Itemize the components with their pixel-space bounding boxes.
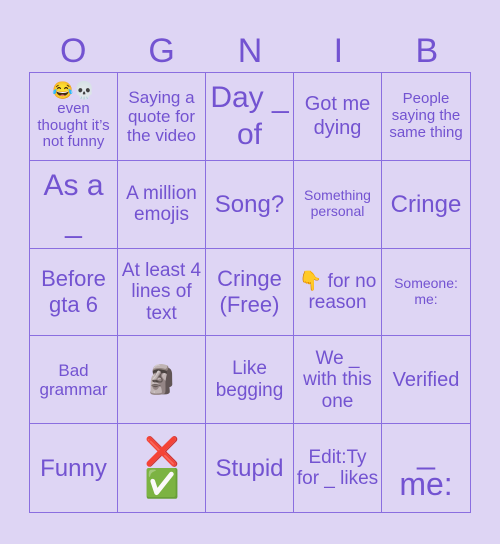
bingo-cell[interactable]: Cringe: [382, 161, 470, 249]
moai-icon: 🗿: [144, 363, 179, 395]
bingo-cell[interactable]: Bad grammar: [30, 336, 118, 425]
header-letter-o: O: [59, 32, 87, 70]
cell-text: People saying the same thing: [389, 89, 463, 141]
bingo-cell[interactable]: 👇 for no reason: [294, 248, 382, 337]
bingo-cell[interactable]: Stupid: [206, 424, 294, 512]
bingo-cell[interactable]: At least 4 lines of text: [118, 248, 206, 337]
cell-text: Before gta 6: [41, 265, 106, 317]
cell-text: Like begging: [215, 358, 284, 401]
bingo-cell[interactable]: Song?: [206, 160, 294, 249]
bingo-cell[interactable]: As a _: [30, 160, 118, 249]
cell-text: Cringe (Free): [217, 265, 282, 317]
cell-text: Got me dying: [304, 93, 371, 140]
header-letter-g: G: [148, 32, 175, 70]
bingo-cell[interactable]: People saying the same thing: [382, 73, 470, 161]
cell-text: Edit:Ty for _ likes: [296, 446, 379, 490]
bingo-cell[interactable]: Day _ of: [206, 73, 294, 161]
bingo-cell[interactable]: 🗿: [118, 336, 206, 425]
laughing-crying-skull-icon: 😂💀: [52, 81, 95, 101]
bingo-cell[interactable]: Got me dying: [294, 73, 382, 161]
bingo-header: O G N I B: [29, 30, 471, 72]
cross-mark-check-mark-icon: ❌✅: [144, 435, 180, 500]
cell-text: Something personal: [304, 187, 371, 220]
bingo-cell[interactable]: Like begging: [206, 336, 294, 425]
cell-text: _ me:: [399, 434, 453, 503]
header-letter-b: B: [415, 32, 439, 70]
cell-text: Bad grammar: [39, 360, 108, 399]
bingo-cell[interactable]: Cringe (Free): [206, 248, 294, 337]
bingo-board: 😂💀 even thought it’s not funny Saying a …: [29, 72, 471, 513]
bingo-cell[interactable]: 😂💀 even thought it’s not funny: [30, 73, 118, 161]
cell-text: even thought it’s not funny: [37, 99, 110, 151]
bingo-cell[interactable]: ❌✅: [118, 424, 206, 512]
cell-text: Funny: [40, 454, 107, 482]
cell-text: We _ with this one: [303, 347, 372, 412]
cell-text: Stupid: [215, 454, 284, 482]
cell-text: As a _: [43, 168, 104, 240]
header-letter-n: N: [237, 32, 263, 70]
cell-text: 👇 for no reason: [298, 270, 377, 313]
cell-text: Verified: [392, 368, 460, 391]
bingo-cell[interactable]: Verified: [382, 336, 470, 425]
bingo-cell[interactable]: Something personal: [294, 160, 382, 249]
bingo-cell[interactable]: _ me:: [382, 424, 470, 512]
bingo-cell[interactable]: Before gta 6: [30, 248, 118, 337]
bingo-cell[interactable]: Someone: me:: [382, 249, 470, 337]
pointing-down-icon: 👇: [298, 270, 323, 292]
cell-text: At least 4 lines of text: [121, 259, 202, 324]
bingo-cell[interactable]: Funny: [30, 424, 118, 512]
bingo-cell[interactable]: We _ with this one: [294, 336, 382, 425]
bingo-cell[interactable]: Saying a quote for the video: [118, 73, 206, 161]
bingo-cell[interactable]: Edit:Ty for _ likes: [294, 424, 382, 512]
bingo-cell[interactable]: A million emojis: [118, 160, 206, 249]
cell-text: Cringe: [390, 190, 462, 218]
header-letter-i: I: [333, 32, 344, 70]
cell-text: Saying a quote for the video: [127, 87, 196, 145]
cell-text: Someone: me:: [394, 275, 458, 307]
cell-text: Day _ of: [210, 80, 289, 152]
cell-text: Song?: [214, 190, 285, 218]
cell-text: A million emojis: [126, 182, 197, 226]
